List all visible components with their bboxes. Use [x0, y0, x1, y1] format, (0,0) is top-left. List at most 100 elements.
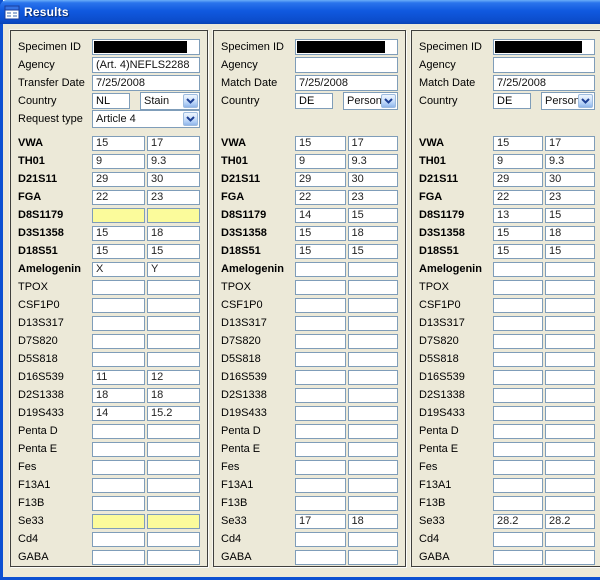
- allele-cell-d2s1338-2[interactable]: [348, 388, 399, 403]
- allele-cell-d3s1358-1[interactable]: [92, 226, 145, 241]
- allele-cell-d16s539-1[interactable]: [493, 370, 543, 385]
- titlebar[interactable]: Results: [0, 0, 600, 24]
- chevron-down-icon[interactable]: [578, 94, 593, 108]
- specimen-id-field[interactable]: [493, 39, 595, 55]
- allele-cell-fes-2[interactable]: [348, 460, 399, 475]
- allele-cell-f13b-2[interactable]: [545, 496, 595, 511]
- allele-cell-fes-2[interactable]: [545, 460, 595, 475]
- allele-cell-th01-1[interactable]: [493, 154, 543, 169]
- allele-cell-d2s1338-1[interactable]: [493, 388, 543, 403]
- allele-cell-th01-2[interactable]: [147, 154, 200, 169]
- match-date-field[interactable]: [493, 75, 595, 91]
- allele-cell-vwa-2[interactable]: [147, 136, 200, 151]
- allele-cell-d19s433-1[interactable]: [493, 406, 543, 421]
- allele-cell-cd4-2[interactable]: [147, 532, 200, 547]
- allele-cell-d19s433-2[interactable]: [147, 406, 200, 421]
- agency-field[interactable]: [295, 57, 398, 73]
- allele-cell-d21s11-2[interactable]: [348, 172, 399, 187]
- allele-cell-penta-e-1[interactable]: [92, 442, 145, 457]
- allele-cell-gaba-2[interactable]: [348, 550, 399, 565]
- allele-cell-d13s317-2[interactable]: [545, 316, 595, 331]
- allele-cell-f13a1-1[interactable]: [493, 478, 543, 493]
- allele-cell-penta-e-2[interactable]: [348, 442, 399, 457]
- allele-cell-amelogenin-1[interactable]: [92, 262, 145, 277]
- allele-cell-penta-d-1[interactable]: [92, 424, 145, 439]
- allele-cell-vwa-1[interactable]: [295, 136, 346, 151]
- chevron-down-icon[interactable]: [183, 94, 198, 108]
- allele-cell-d5s818-2[interactable]: [348, 352, 399, 367]
- allele-cell-d5s818-1[interactable]: [92, 352, 145, 367]
- allele-cell-tpox-2[interactable]: [545, 280, 595, 295]
- allele-cell-d3s1358-1[interactable]: [295, 226, 346, 241]
- allele-cell-penta-d-1[interactable]: [493, 424, 543, 439]
- allele-cell-d18s51-2[interactable]: [147, 244, 200, 259]
- allele-cell-penta-e-1[interactable]: [295, 442, 346, 457]
- allele-cell-d13s317-2[interactable]: [147, 316, 200, 331]
- allele-cell-penta-d-2[interactable]: [545, 424, 595, 439]
- chevron-down-icon[interactable]: [381, 94, 396, 108]
- allele-cell-amelogenin-2[interactable]: [348, 262, 399, 277]
- allele-cell-se33-1[interactable]: [493, 514, 543, 529]
- allele-cell-d7s820-2[interactable]: [348, 334, 399, 349]
- allele-cell-se33-2[interactable]: [147, 514, 200, 529]
- allele-cell-d18s51-2[interactable]: [348, 244, 399, 259]
- allele-cell-csf1p0-2[interactable]: [348, 298, 399, 313]
- allele-cell-amelogenin-2[interactable]: [545, 262, 595, 277]
- allele-cell-cd4-1[interactable]: [295, 532, 346, 547]
- allele-cell-d8s1179-2[interactable]: [147, 208, 200, 223]
- allele-cell-d7s820-1[interactable]: [295, 334, 346, 349]
- specimen-type-combo[interactable]: Person: [343, 92, 398, 110]
- allele-cell-cd4-1[interactable]: [493, 532, 543, 547]
- allele-cell-d18s51-2[interactable]: [545, 244, 595, 259]
- allele-cell-vwa-2[interactable]: [348, 136, 399, 151]
- chevron-down-icon[interactable]: [183, 112, 198, 126]
- allele-cell-gaba-2[interactable]: [147, 550, 200, 565]
- allele-cell-tpox-1[interactable]: [295, 280, 346, 295]
- allele-cell-f13a1-2[interactable]: [348, 478, 399, 493]
- allele-cell-fga-1[interactable]: [92, 190, 145, 205]
- transfer-date-field[interactable]: [92, 75, 200, 91]
- allele-cell-penta-e-2[interactable]: [545, 442, 595, 457]
- allele-cell-fes-1[interactable]: [295, 460, 346, 475]
- allele-cell-d19s433-2[interactable]: [545, 406, 595, 421]
- allele-cell-vwa-1[interactable]: [493, 136, 543, 151]
- allele-cell-penta-d-1[interactable]: [295, 424, 346, 439]
- allele-cell-d7s820-1[interactable]: [92, 334, 145, 349]
- allele-cell-fes-1[interactable]: [493, 460, 543, 475]
- allele-cell-se33-1[interactable]: [295, 514, 346, 529]
- country-code-field[interactable]: [92, 93, 130, 109]
- agency-field[interactable]: [493, 57, 595, 73]
- allele-cell-cd4-2[interactable]: [545, 532, 595, 547]
- allele-cell-d5s818-2[interactable]: [147, 352, 200, 367]
- allele-cell-d21s11-2[interactable]: [545, 172, 595, 187]
- allele-cell-csf1p0-1[interactable]: [493, 298, 543, 313]
- allele-cell-d7s820-2[interactable]: [147, 334, 200, 349]
- allele-cell-d21s11-2[interactable]: [147, 172, 200, 187]
- allele-cell-vwa-2[interactable]: [545, 136, 595, 151]
- country-code-field[interactable]: [295, 93, 333, 109]
- allele-cell-th01-1[interactable]: [92, 154, 145, 169]
- allele-cell-d16s539-2[interactable]: [348, 370, 399, 385]
- allele-cell-d8s1179-1[interactable]: [295, 208, 346, 223]
- specimen-type-combo[interactable]: Stain: [140, 92, 200, 110]
- allele-cell-d19s433-2[interactable]: [348, 406, 399, 421]
- allele-cell-d13s317-1[interactable]: [92, 316, 145, 331]
- specimen-type-combo[interactable]: Person: [541, 92, 595, 110]
- allele-cell-d2s1338-2[interactable]: [545, 388, 595, 403]
- allele-cell-fga-2[interactable]: [545, 190, 595, 205]
- allele-cell-f13a1-1[interactable]: [295, 478, 346, 493]
- allele-cell-d8s1179-1[interactable]: [92, 208, 145, 223]
- allele-cell-fga-1[interactable]: [493, 190, 543, 205]
- allele-cell-d13s317-1[interactable]: [493, 316, 543, 331]
- allele-cell-gaba-1[interactable]: [92, 550, 145, 565]
- allele-cell-csf1p0-2[interactable]: [545, 298, 595, 313]
- allele-cell-cd4-1[interactable]: [92, 532, 145, 547]
- allele-cell-gaba-1[interactable]: [493, 550, 543, 565]
- allele-cell-fga-1[interactable]: [295, 190, 346, 205]
- allele-cell-d16s539-2[interactable]: [545, 370, 595, 385]
- allele-cell-d2s1338-1[interactable]: [92, 388, 145, 403]
- allele-cell-d8s1179-2[interactable]: [545, 208, 595, 223]
- specimen-id-field[interactable]: [92, 39, 200, 55]
- allele-cell-d16s539-2[interactable]: [147, 370, 200, 385]
- allele-cell-fga-2[interactable]: [348, 190, 399, 205]
